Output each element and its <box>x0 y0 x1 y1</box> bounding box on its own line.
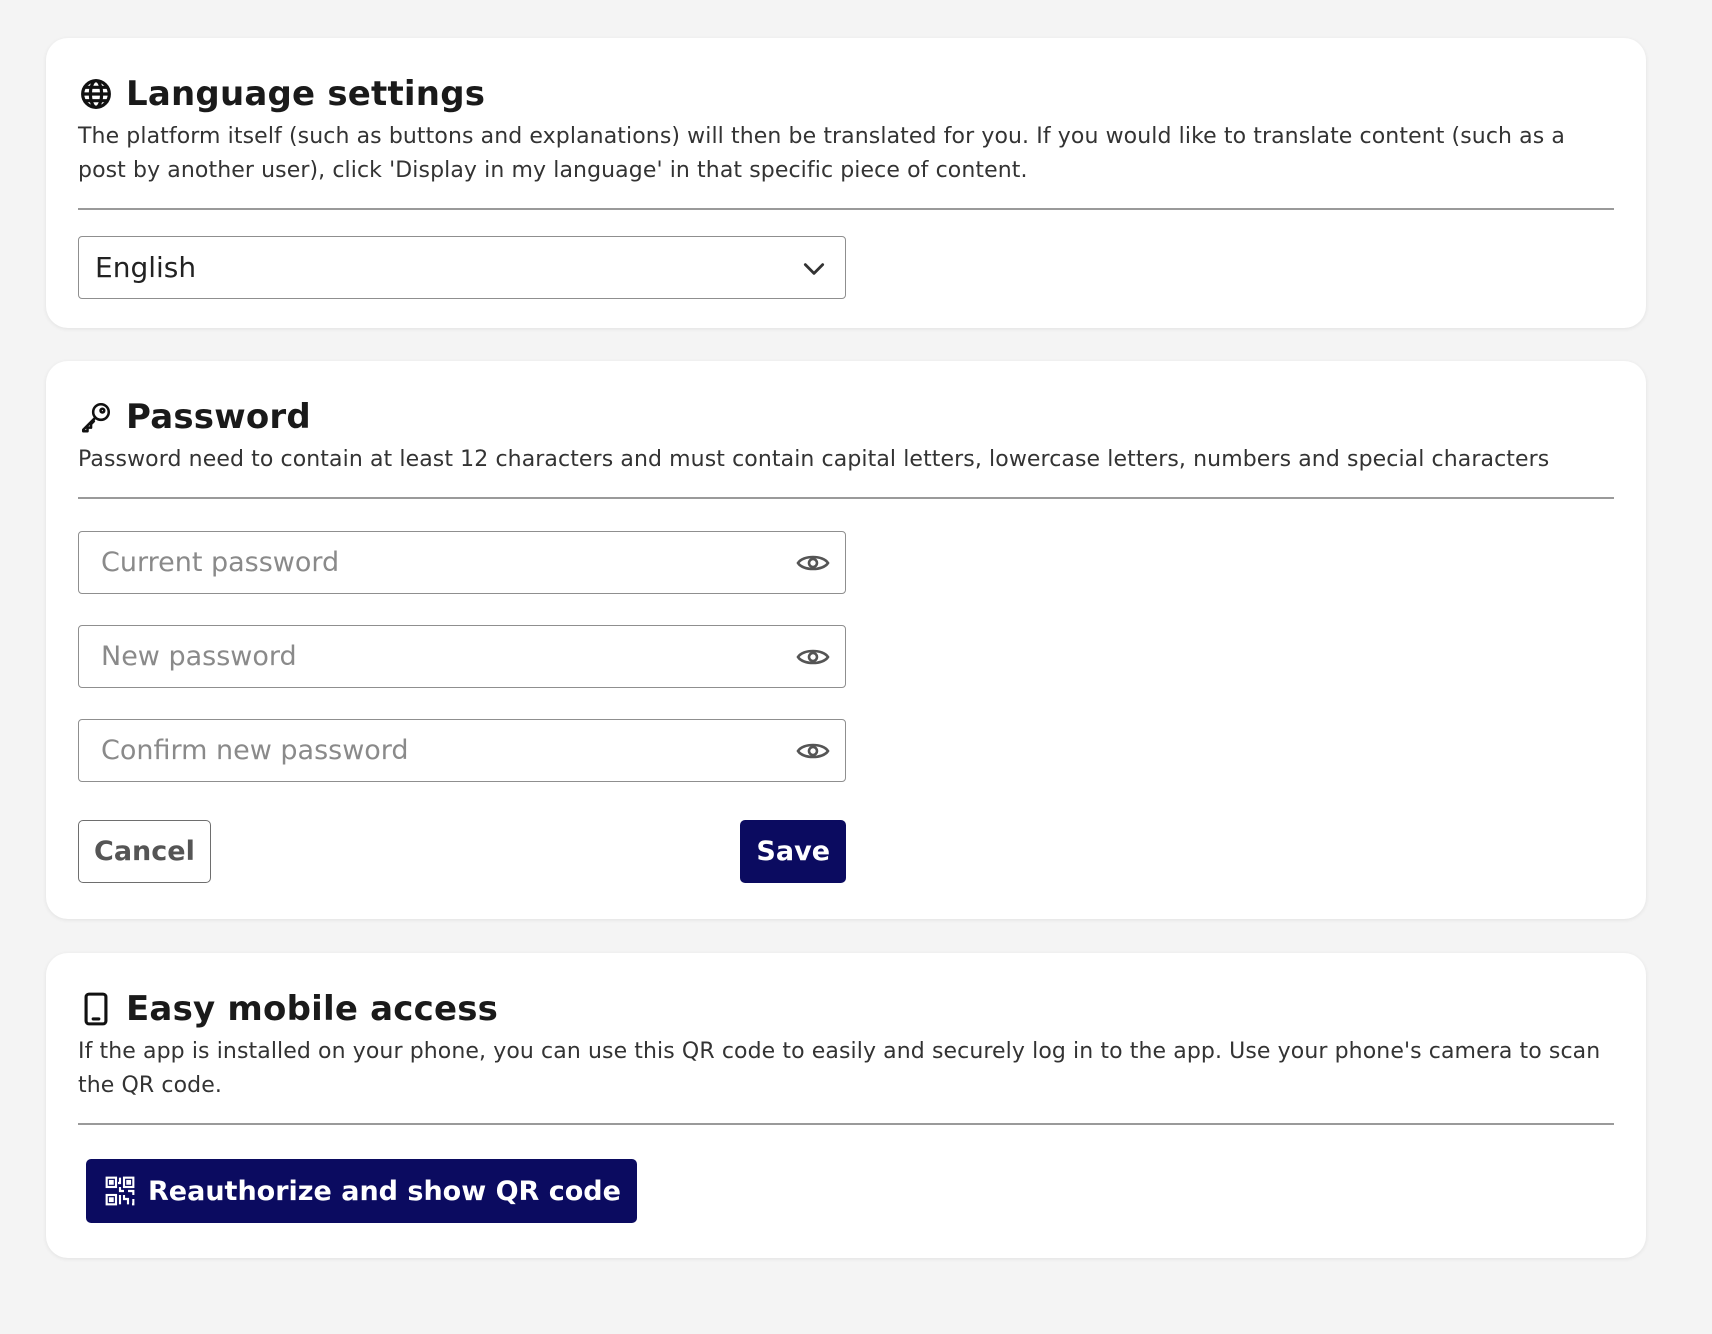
eye-icon[interactable] <box>795 736 831 766</box>
eye-icon[interactable] <box>795 642 831 672</box>
password-actions: Cancel Save <box>78 820 846 883</box>
language-select-value: English <box>95 251 197 284</box>
mobile-access-description: If the app is installed on your phone, y… <box>78 1039 1601 1098</box>
chevron-down-icon <box>801 256 827 282</box>
password-title: Password <box>126 397 311 437</box>
language-select[interactable]: English <box>78 236 846 299</box>
divider <box>78 1123 1614 1125</box>
language-settings-card: Language settings The platform itself (s… <box>46 38 1646 328</box>
mobile-access-card: Easy mobile access If the app is install… <box>46 953 1646 1258</box>
key-icon <box>78 399 114 435</box>
save-button[interactable]: Save <box>740 820 846 883</box>
qr-code-icon <box>104 1175 136 1207</box>
show-qr-code-label: Reauthorize and show QR code <box>148 1175 621 1207</box>
password-header: Password <box>78 395 1614 439</box>
password-card: Password Password need to contain at lea… <box>46 361 1646 919</box>
globe-icon <box>78 76 114 112</box>
divider <box>78 208 1614 210</box>
cancel-button[interactable]: Cancel <box>78 820 211 883</box>
smartphone-icon <box>78 991 114 1027</box>
show-qr-code-button[interactable]: Reauthorize and show QR code <box>86 1159 637 1223</box>
confirm-password-input[interactable] <box>101 735 761 766</box>
current-password-input[interactable] <box>101 547 761 578</box>
mobile-access-header: Easy mobile access <box>78 987 1614 1031</box>
new-password-input[interactable] <box>101 641 761 672</box>
password-description: Password need to contain at least 12 cha… <box>78 447 1550 472</box>
divider <box>78 497 1614 499</box>
new-password-field <box>78 625 846 688</box>
language-settings-title: Language settings <box>126 74 486 114</box>
confirm-password-field <box>78 719 846 782</box>
mobile-access-title: Easy mobile access <box>126 989 499 1029</box>
eye-icon[interactable] <box>795 548 831 578</box>
current-password-field <box>78 531 846 594</box>
language-settings-description: The platform itself (such as buttons and… <box>78 124 1566 183</box>
language-settings-header: Language settings <box>78 72 1614 116</box>
